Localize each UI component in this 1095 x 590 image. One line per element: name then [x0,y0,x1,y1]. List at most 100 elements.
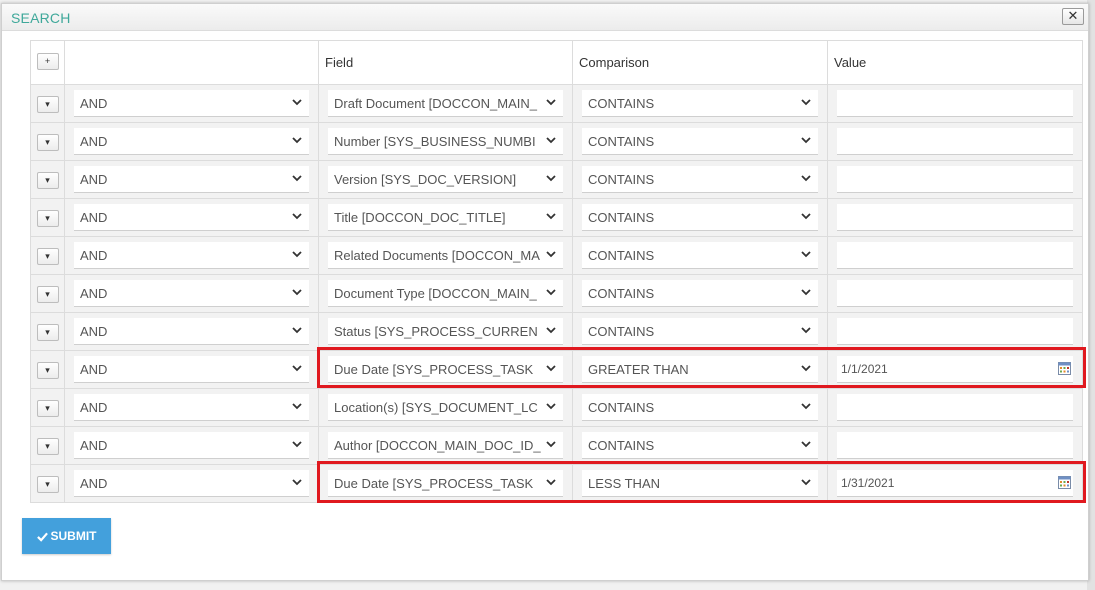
logic-select[interactable]: AND [74,204,309,231]
value-input[interactable] [837,128,1073,155]
comparison-cell: CONTAINS [572,426,828,465]
value-input[interactable] [837,90,1073,117]
value-input[interactable] [837,242,1073,269]
field-select-value: Title [DOCCON_DOC_TITLE] [334,210,506,225]
comparison-select[interactable]: CONTAINS [582,432,818,459]
logic-select[interactable]: AND [74,242,309,269]
row-menu-button[interactable]: ▾ [36,171,59,189]
field-select-value: Due Date [SYS_PROCESS_TASK [334,362,534,377]
chevron-down-icon [292,479,302,486]
row-menu-button[interactable]: ▾ [36,95,59,113]
row-menu-button[interactable]: ▾ [36,323,59,341]
grid-body: ▾ AND Draft Document [DOCCON_MAIN_ CONTAINS… [30,84,1083,503]
chevron-down-icon [801,213,811,220]
row-menu-button[interactable]: ▾ [36,437,59,455]
value-input[interactable]: 1/1/2021 [837,356,1073,383]
value-input[interactable] [837,394,1073,421]
value-cell [827,388,1083,427]
logic-select[interactable]: AND [74,470,309,497]
field-select[interactable]: Draft Document [DOCCON_MAIN_ [328,90,563,117]
logic-select[interactable]: AND [74,356,309,383]
field-select[interactable]: Document Type [DOCCON_MAIN_ [328,280,563,307]
value-cell: 1/1/2021 [827,350,1083,389]
field-select[interactable]: Title [DOCCON_DOC_TITLE] [328,204,563,231]
chevron-down-icon [801,479,811,486]
value-input[interactable] [837,204,1073,231]
calendar-icon[interactable] [1058,362,1071,375]
value-cell [827,236,1083,275]
field-select[interactable]: Author [DOCCON_MAIN_DOC_ID_ [328,432,563,459]
chevron-down-icon [801,175,811,182]
value-input[interactable]: 1/31/2021 [837,470,1073,497]
comparison-select[interactable]: CONTAINS [582,204,818,231]
value-input[interactable] [837,280,1073,307]
row-menu-cell: ▾ [30,274,65,313]
logic-select-value: AND [80,286,108,301]
chevron-down-icon [292,137,302,144]
row-menu-button[interactable]: ▾ [36,133,59,151]
comparison-select[interactable]: CONTAINS [582,280,818,307]
field-select[interactable]: Status [SYS_PROCESS_CURREN [328,318,563,345]
value-input[interactable] [837,318,1073,345]
calendar-icon[interactable] [1058,476,1071,489]
logic-select[interactable]: AND [74,394,309,421]
submit-button[interactable]: SUBMIT [22,518,111,554]
comparison-select[interactable]: CONTAINS [582,318,818,345]
row-menu-button[interactable]: ▾ [36,475,59,493]
comparison-select-value: CONTAINS [588,324,655,339]
comparison-cell: CONTAINS [572,84,828,123]
row-menu-cell: ▾ [30,312,65,351]
logic-cell: AND [64,312,319,351]
logic-select-value: AND [80,248,108,263]
field-select[interactable]: Related Documents [DOCCON_MA [328,242,563,269]
table-row: ▾ AND Title [DOCCON_DOC_TITLE] CONTAINS [30,198,1083,237]
table-row: ▾ AND Draft Document [DOCCON_MAIN_ CONTAINS [30,84,1083,123]
comparison-select[interactable]: CONTAINS [582,90,818,117]
close-button[interactable]: ✕ [1062,8,1084,25]
comparison-select[interactable]: CONTAINS [582,394,818,421]
field-cell: Title [DOCCON_DOC_TITLE] [318,198,573,237]
field-select-value: Version [SYS_DOC_VERSION] [334,172,517,187]
table-row: ▾ AND Related Documents [DOCCON_MA CONTAINS [30,236,1083,275]
logic-cell: AND [64,350,319,389]
row-menu-button[interactable]: ▾ [36,247,59,265]
field-select[interactable]: Due Date [SYS_PROCESS_TASK [328,356,563,383]
row-menu-button[interactable]: ▾ [36,399,59,417]
field-select[interactable]: Version [SYS_DOC_VERSION] [328,166,563,193]
dialog-title: SEARCH [11,10,71,26]
logic-cell: AND [64,122,319,161]
table-row: ▾ AND Due Date [SYS_PROCESS_TASK GREATER TH… [30,350,1083,389]
row-menu-cell: ▾ [30,236,65,275]
row-menu-button[interactable]: ▾ [36,285,59,303]
field-cell: Number [SYS_BUSINESS_NUMBI [318,122,573,161]
value-input[interactable] [837,166,1073,193]
field-select[interactable]: Number [SYS_BUSINESS_NUMBI [328,128,563,155]
logic-select[interactable]: AND [74,166,309,193]
value-input[interactable] [837,432,1073,459]
comparison-select[interactable]: CONTAINS [582,166,818,193]
logic-select[interactable]: AND [74,280,309,307]
field-select[interactable]: Location(s) [SYS_DOCUMENT_LC [328,394,563,421]
row-menu-button[interactable]: ▾ [36,209,59,227]
chevron-down-icon [546,289,556,296]
logic-select-value: AND [80,96,108,111]
row-menu-cell: ▾ [30,122,65,161]
field-select[interactable]: Due Date [SYS_PROCESS_TASK [328,470,563,497]
comparison-select[interactable]: CONTAINS [582,128,818,155]
comparison-cell: CONTAINS [572,198,828,237]
logic-select[interactable]: AND [74,90,309,117]
chevron-down-icon [546,175,556,182]
add-row-button[interactable]: + [36,53,59,70]
comparison-select[interactable]: LESS THAN [582,470,818,497]
comparison-select-value: LESS THAN [588,476,661,491]
logic-select-value: AND [80,324,108,339]
logic-select[interactable]: AND [74,432,309,459]
comparison-select[interactable]: CONTAINS [582,242,818,269]
field-cell: Draft Document [DOCCON_MAIN_ [318,84,573,123]
field-select-value: Draft Document [DOCCON_MAIN_ [334,96,537,111]
row-menu-cell: ▾ [30,426,65,465]
logic-select[interactable]: AND [74,128,309,155]
logic-select[interactable]: AND [74,318,309,345]
comparison-select[interactable]: GREATER THAN [582,356,818,383]
row-menu-button[interactable]: ▾ [36,361,59,379]
